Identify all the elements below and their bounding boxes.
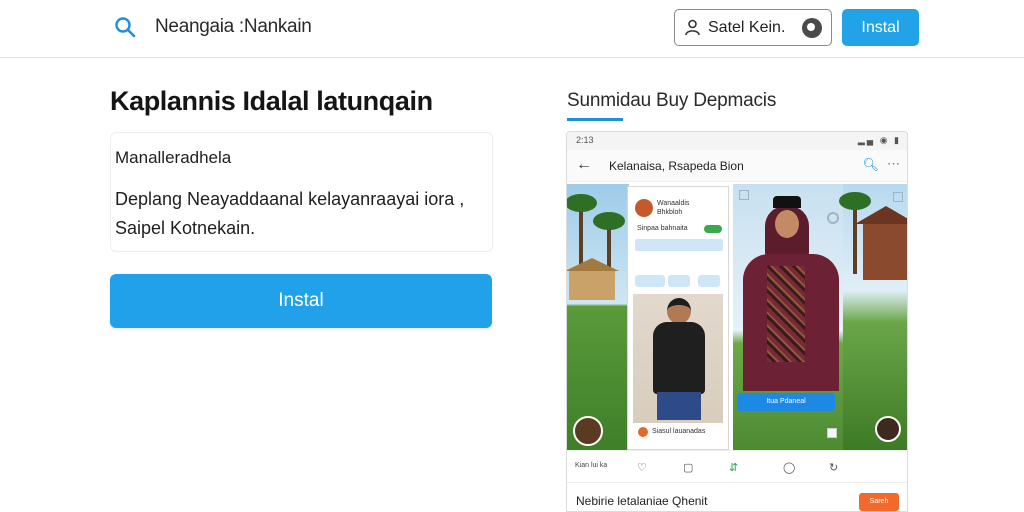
description-line: Saipel Kotnekain. — [115, 218, 256, 238]
screenshots-title: Sunmidau Buy Depmacis — [567, 90, 777, 111]
person-figure — [737, 196, 841, 391]
post-footer-text: Siasul lauanadas — [652, 428, 706, 435]
nav-label: Kian lui ka — [575, 462, 608, 469]
person-legs — [657, 392, 701, 420]
account-toggle-icon[interactable] — [802, 18, 822, 38]
bookmark-icon[interactable] — [827, 428, 837, 438]
user-icon — [685, 19, 700, 36]
person-shawl — [767, 266, 805, 362]
more-icon[interactable]: ⋯ — [887, 156, 900, 172]
account-button[interactable]: Satel Kein. — [674, 9, 832, 46]
description-heading: Manalleradhela — [115, 148, 232, 167]
phone-screenshot[interactable]: 2:13 ▂▄ ◉ ▮ ← Kelanaisa, Rsapeda Bion 🔍︎… — [566, 131, 908, 512]
search-icon[interactable] — [114, 16, 136, 38]
app-bar-title: Kelanaisa, Rsapeda Bion — [609, 159, 744, 173]
comment-icon[interactable]: ◯ — [783, 461, 795, 474]
avatar — [638, 427, 648, 437]
strip-text: Nebirie letalaniae Qhenit — [576, 494, 708, 508]
person-head — [667, 298, 691, 324]
account-label: Satel Kein. — [708, 19, 786, 36]
share-icon[interactable]: ⇵ — [729, 461, 738, 474]
screenshots-underline — [567, 118, 623, 121]
online-badge — [704, 225, 722, 233]
back-arrow-icon[interactable]: ← — [576, 156, 592, 174]
post-photo — [633, 294, 723, 423]
avatar[interactable] — [573, 416, 603, 446]
scene-left-image — [567, 184, 629, 450]
post-username: Wanaaldis Bhkbloh — [657, 200, 690, 216]
app-brand: Neangaia :Nankain — [155, 16, 312, 37]
feed-content: Wanaaldis Bhkbloh Sinpaa bahnaita Siasul… — [567, 184, 907, 450]
featured-cta-button[interactable]: Itua Pdaneal — [737, 393, 835, 411]
grid-icon[interactable] — [893, 192, 903, 202]
post-chip[interactable] — [668, 275, 690, 287]
person-figure — [651, 296, 707, 421]
square-icon[interactable]: ▢ — [683, 461, 693, 474]
app-bar: ← Kelanaisa, Rsapeda Bion 🔍︎ ⋯ — [567, 150, 907, 182]
person-cap — [773, 196, 801, 208]
heart-icon[interactable]: ♡ — [637, 461, 647, 474]
bottom-strip: Nebirie letalaniae Qhenit Sareh — [567, 482, 907, 511]
person-face — [775, 210, 799, 238]
description-card: Manalleradhela Deplang Neayaddaanal kela… — [110, 132, 493, 252]
description-line: Deplang Neayaddaanal kelayanraayai iora … — [115, 189, 465, 209]
strip-button[interactable]: Sareh — [859, 493, 899, 511]
avatar[interactable] — [875, 416, 901, 442]
page-title: Kaplannis Idalal latunqain — [110, 86, 433, 116]
post-chip[interactable] — [698, 275, 720, 287]
house-shape — [855, 206, 907, 280]
post-card[interactable]: Wanaaldis Bhkbloh Sinpaa bahnaita Siasul… — [627, 186, 729, 450]
status-icons: ▂▄ ◉ ▮ — [857, 135, 901, 145]
hut-shape — [567, 258, 619, 300]
post-message: Sinpaa bahnaita — [637, 225, 688, 232]
search-icon[interactable]: 🔍︎ — [862, 157, 879, 173]
post-chip[interactable] — [635, 275, 665, 287]
scene-right-image — [839, 184, 907, 450]
header-install-button[interactable]: Instal — [842, 9, 919, 46]
featured-photo-card[interactable]: Itua Pdaneal — [733, 184, 843, 450]
status-time: 2:13 — [576, 135, 594, 145]
install-button[interactable]: Instal — [110, 274, 492, 328]
bottom-nav: Kian lui ka ♡ ▢ ⇵ ◯ ↻ — [567, 450, 907, 482]
avatar — [635, 199, 653, 217]
status-bar: 2:13 ▂▄ ◉ ▮ — [567, 132, 907, 150]
person-body — [653, 322, 705, 394]
post-input-bar[interactable] — [635, 239, 723, 251]
repost-icon[interactable]: ↻ — [829, 461, 838, 474]
top-bar: Neangaia :Nankain Satel Kein. Instal — [0, 0, 1024, 58]
